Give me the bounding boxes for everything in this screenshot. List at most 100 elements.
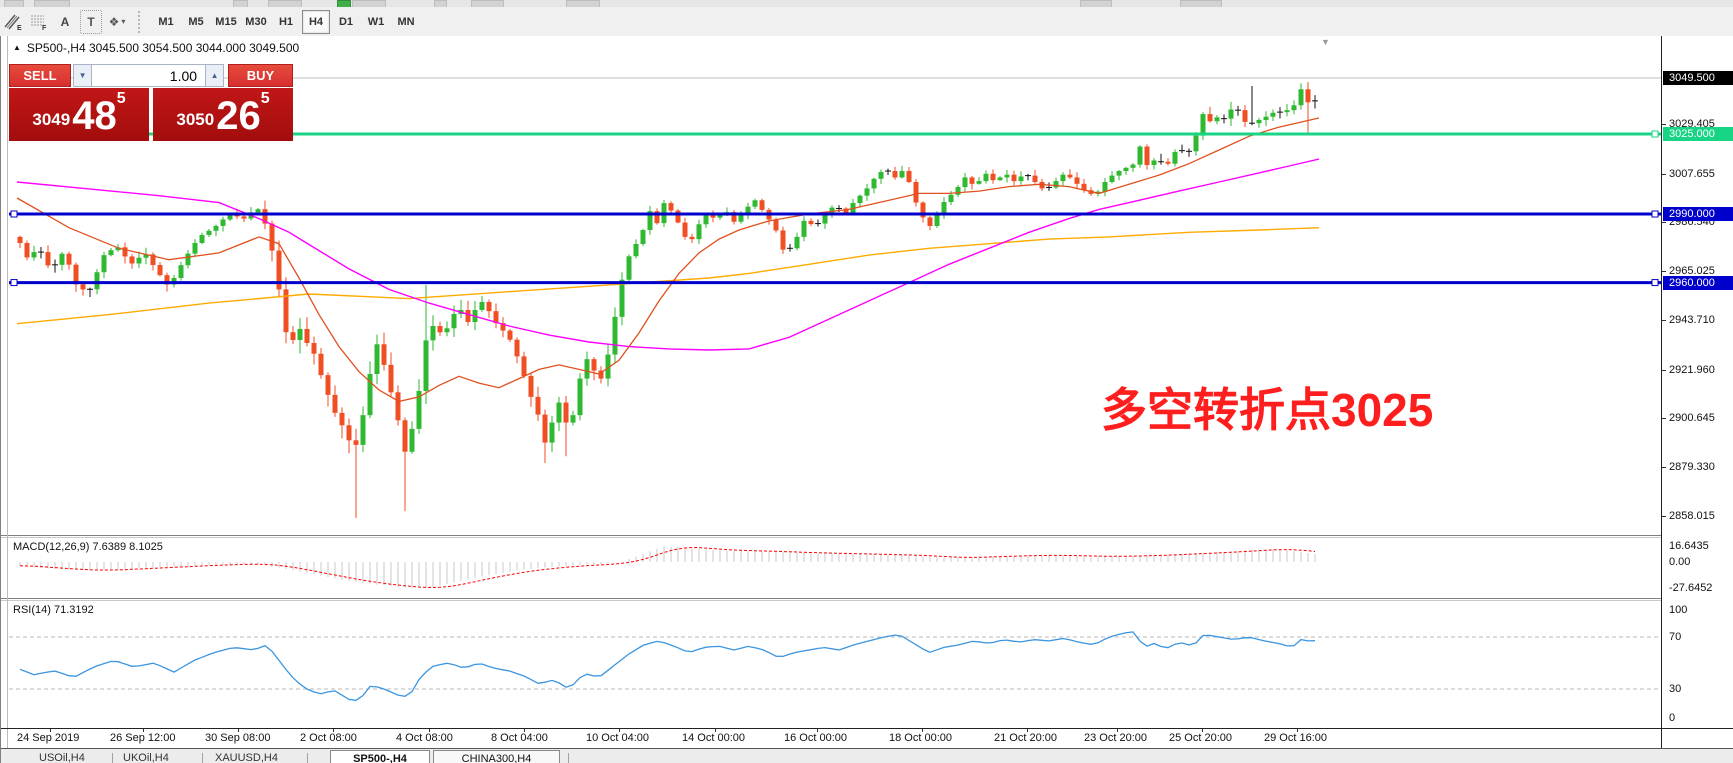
chart-tab-xauusd-h4[interactable]: XAUUSD,H4	[215, 752, 278, 763]
object-line-price-badge: 2990.000	[1663, 207, 1733, 221]
time-tick-label: 4 Oct 08:00	[396, 732, 453, 744]
rsi-scale-label: 30	[1669, 683, 1681, 695]
timeframe-button-m5[interactable]: M5	[182, 10, 210, 34]
price-axis[interactable]: 3029.4053007.6552986.5402965.0252943.710…	[1662, 36, 1733, 748]
one-click-trading-panel: SELL ▼ ▲ BUY 3049485 3050265	[9, 64, 293, 141]
charts-toolbar: E F A T ❖ ▾ M1M5M15M30H1H4D1W1MN	[0, 7, 1733, 37]
chart-shift-marker[interactable]: ▼	[1321, 37, 1330, 47]
price-tick-mark	[1662, 370, 1666, 371]
equidistant-channel-icon[interactable]: E	[2, 10, 24, 34]
time-tick-label: 29 Oct 16:00	[1264, 732, 1327, 744]
volume-decrease-button[interactable]: ▼	[73, 64, 92, 87]
price-tick-mark	[1662, 271, 1666, 272]
buy-price-base: 3050	[176, 105, 214, 135]
timeframe-button-h4[interactable]: H4	[302, 10, 330, 34]
svg-text:E: E	[17, 25, 22, 31]
timeframe-button-h1[interactable]: H1	[272, 10, 300, 34]
macd-scale-label: 0.00	[1669, 556, 1690, 568]
macd-pane-surface[interactable]	[9, 537, 1661, 598]
rsi-pane-divider[interactable]	[1, 598, 1661, 599]
rsi-scale-label: 70	[1669, 631, 1681, 643]
macd-label: MACD(12,26,9) 7.6389 8.1025	[13, 541, 163, 553]
timeframe-button-m15[interactable]: M15	[212, 10, 240, 34]
quote-header: ▲ SP500-,H4 3045.500 3054.500 3044.000 30…	[13, 41, 299, 55]
fibonacci-lines-icon[interactable]: F	[28, 10, 50, 34]
quote-ohlc-text: SP500-,H4 3045.500 3054.500 3044.000 304…	[27, 41, 299, 55]
price-tick-mark	[1662, 467, 1666, 468]
price-tick-label: 2879.330	[1669, 461, 1715, 473]
timeframe-button-w1[interactable]: W1	[362, 10, 390, 34]
timeframe-button-m30[interactable]: M30	[242, 10, 270, 34]
macd-pane-divider[interactable]	[1, 535, 1661, 536]
tab-separator: |	[567, 752, 570, 763]
time-tick-label: 14 Oct 00:00	[682, 732, 745, 744]
volume-input[interactable]	[92, 64, 205, 87]
sell-button[interactable]: SELL	[9, 64, 71, 87]
shapes-tool-icon[interactable]: ❖ ▾	[106, 10, 128, 34]
svg-text:F: F	[42, 25, 47, 31]
time-tick-label: 26 Sep 12:00	[110, 732, 175, 744]
price-tick-mark	[1662, 320, 1666, 321]
buy-price-sup: 5	[261, 90, 270, 108]
macd-scale-label: 16.6435	[1669, 540, 1709, 552]
timeframe-button-m1[interactable]: M1	[152, 10, 180, 34]
timeframe-button-d1[interactable]: D1	[332, 10, 360, 34]
macd-scale-label: -27.6452	[1669, 582, 1712, 594]
price-tick-label: 2921.960	[1669, 364, 1715, 376]
mt4-terminal: E F A T ❖ ▾ M1M5M15M30H1H4D1W1MN ▲ SP500-…	[0, 0, 1733, 763]
current-price-badge: 3049.500	[1663, 71, 1733, 85]
toolbar-grip[interactable]	[138, 11, 145, 33]
text-label-tool-icon[interactable]: T	[80, 10, 102, 34]
buy-price-panel[interactable]: 3050265	[153, 88, 293, 141]
chart-left-border	[7, 36, 8, 748]
price-tick-mark	[1662, 222, 1666, 223]
chart-window: ▲ SP500-,H4 3045.500 3054.500 3044.000 30…	[0, 36, 1733, 763]
text-tool-icon[interactable]: A	[54, 10, 76, 34]
timeframe-buttons: M1M5M15M30H1H4D1W1MN	[151, 10, 421, 34]
price-tick-mark	[1662, 516, 1666, 517]
sell-price-big: 48	[72, 97, 117, 135]
time-tick-label: 2 Oct 08:00	[300, 732, 357, 744]
time-tick-label: 8 Oct 04:00	[491, 732, 548, 744]
rsi-scale-label: 100	[1669, 604, 1687, 616]
price-tick-mark	[1662, 174, 1666, 175]
buy-price-big: 26	[216, 97, 261, 135]
time-tick-label: 25 Oct 20:00	[1169, 732, 1232, 744]
time-tick-label: 23 Oct 20:00	[1084, 732, 1147, 744]
rsi-pane-surface[interactable]	[9, 600, 1661, 728]
price-tick-mark	[1662, 418, 1666, 419]
time-tick-label: 21 Oct 20:00	[994, 732, 1057, 744]
price-tick-label: 2943.710	[1669, 314, 1715, 326]
chart-tab-ukoil-h4[interactable]: UKOil,H4	[123, 752, 169, 763]
time-tick-label: 24 Sep 2019	[17, 732, 79, 744]
price-tick-label: 3007.655	[1669, 168, 1715, 180]
tab-separator: |	[201, 752, 204, 763]
tab-separator: |	[306, 752, 309, 763]
sell-price-base: 3049	[32, 105, 70, 135]
buy-button[interactable]: BUY	[228, 64, 293, 87]
tab-separator: |	[111, 752, 114, 763]
time-tick-label: 30 Sep 08:00	[205, 732, 270, 744]
time-tick-label: 10 Oct 04:00	[586, 732, 649, 744]
rsi-label: RSI(14) 71.3192	[13, 604, 94, 616]
symbol-triangle-icon: ▲	[13, 43, 21, 52]
chart-tabs-bar: | | | | USOil,H4 UKOil,H4 XAUUSD,H4 SP500-,H4CH…	[1, 748, 1733, 763]
shapes-glyph: ❖	[109, 15, 120, 29]
object-line-price-badge: 2960.000	[1663, 276, 1733, 290]
chart-tab-china300-h4[interactable]: CHINA300,H4	[433, 750, 560, 763]
price-tick-label: 2900.645	[1669, 412, 1715, 424]
time-axis[interactable]: 24 Sep 2019 26 Sep 12:00 30 Sep 08:00 2 Oct…	[9, 729, 1661, 748]
chart-tab-sp500-h4[interactable]: SP500-,H4	[330, 750, 430, 763]
object-line-price-badge: 3025.000	[1663, 127, 1733, 141]
chart-text-annotation: 多空转折点3025	[1101, 374, 1433, 440]
chart-tab-usoil-h4[interactable]: USOil,H4	[39, 752, 85, 763]
price-tick-mark	[1662, 124, 1666, 125]
sell-price-sup: 5	[117, 90, 126, 108]
timeframe-button-mn[interactable]: MN	[392, 10, 420, 34]
chevron-down-icon: ▾	[121, 17, 125, 26]
volume-increase-button[interactable]: ▲	[205, 64, 224, 87]
rsi-scale-label: 0	[1669, 712, 1675, 724]
price-tick-label: 2858.015	[1669, 510, 1715, 522]
volume-control: ▼ ▲	[73, 64, 224, 87]
sell-price-panel[interactable]: 3049485	[9, 88, 149, 141]
